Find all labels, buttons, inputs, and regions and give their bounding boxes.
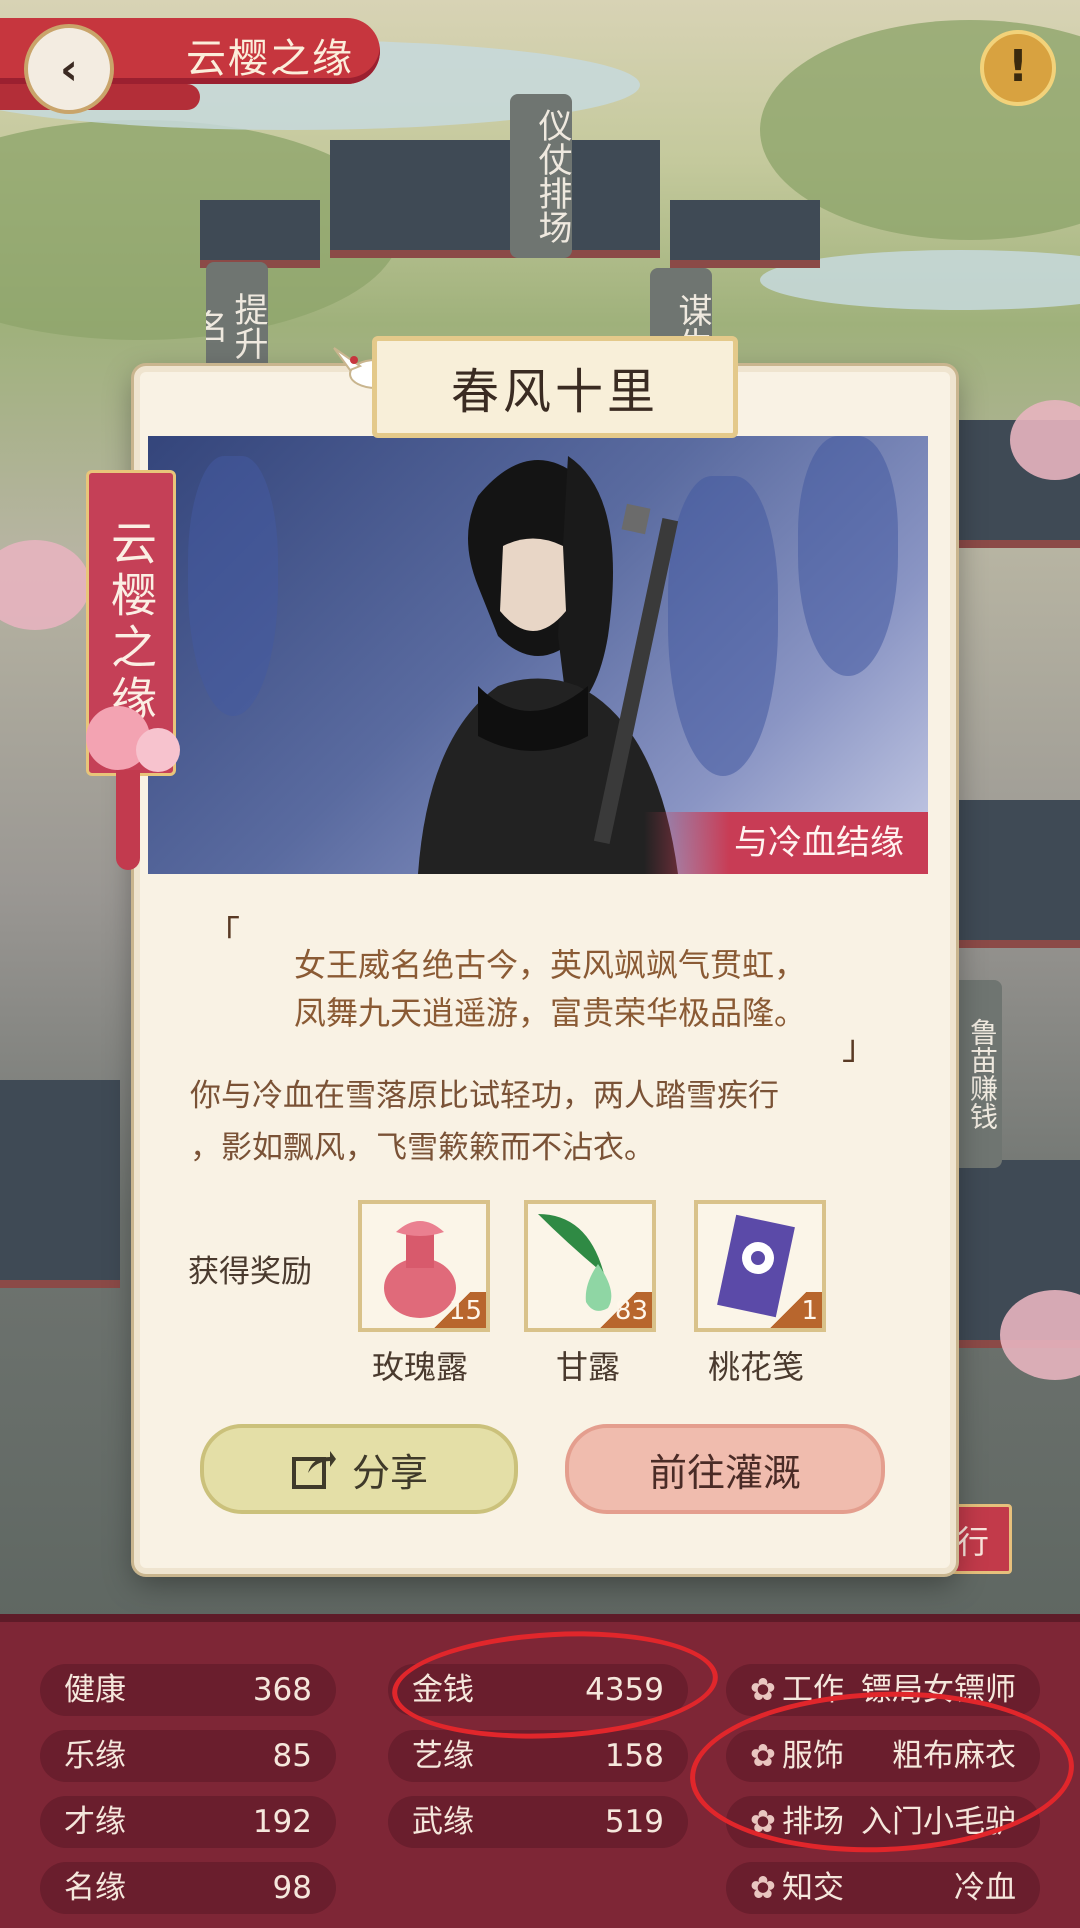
story-line: ，影如飘风，飞雪簌簌而不沾衣。	[190, 1130, 655, 1166]
map-sign-ceremony[interactable]: 仪仗排场	[510, 94, 572, 258]
stat-key: 艺缘	[412, 1738, 474, 1774]
stat-music: 乐缘 85	[40, 1730, 336, 1782]
stat-key: 乐缘	[64, 1738, 126, 1774]
stat-value: 368	[252, 1672, 312, 1708]
page-title: 云樱之缘	[186, 36, 354, 82]
share-button[interactable]: 分享	[200, 1424, 518, 1514]
stat-value: 192	[252, 1804, 312, 1840]
go-irrigate-label: 前往灌溉	[648, 1450, 801, 1495]
exclamation-icon: !	[1007, 41, 1029, 92]
palace-building	[200, 200, 320, 268]
swordsman-figure	[418, 456, 679, 874]
flower-icon: ✿	[750, 1870, 776, 1906]
stat-key: 才缘	[64, 1804, 126, 1840]
stat-value: 98	[272, 1870, 312, 1906]
stat-value: 519	[604, 1804, 664, 1840]
stat-key-text: 知交	[781, 1870, 844, 1906]
stat-key: 武缘	[412, 1804, 474, 1840]
flower-icon: ✿	[750, 1672, 776, 1708]
banner-tassel	[116, 770, 140, 870]
stats-panel: 健康 368 乐缘 85 才缘 192 名缘 98 金钱 4359 艺缘 158…	[0, 1614, 1080, 1928]
story-line: 你与冷血在雪落原比试轻功，两人踏雪疾行	[190, 1078, 779, 1114]
palace-building	[670, 200, 820, 268]
close-quote-mark: 」	[842, 1028, 876, 1068]
stat-health: 健康 368	[40, 1664, 336, 1716]
stat-talent: 才缘 192	[40, 1796, 336, 1848]
palace-building	[940, 800, 1080, 948]
reward-count: 15	[418, 1292, 486, 1328]
chevron-left-icon: ‹	[59, 43, 79, 95]
palace-building	[330, 140, 660, 258]
poem-line: 女王威名绝古今，英风飒飒气贯虹，	[293, 946, 806, 984]
blossom-tree	[0, 540, 90, 630]
stat-key: ✿ 知交	[750, 1862, 844, 1914]
reward-name: 玫瑰露	[371, 1348, 468, 1386]
character-portrait: 与冷血结缘	[148, 436, 928, 874]
reward-count: 1	[754, 1292, 822, 1328]
share-label: 分享	[351, 1450, 428, 1495]
share-icon	[291, 1451, 336, 1489]
reward-item-letter[interactable]: 1	[694, 1200, 826, 1332]
poem-line: 凤舞九天逍遥游，富贵荣华极品隆。	[293, 994, 806, 1032]
bond-tag: 与冷血结缘	[644, 812, 928, 874]
reward-item-rose-dew[interactable]: 15	[358, 1200, 490, 1332]
reward-name: 甘露	[555, 1348, 620, 1386]
stat-value: 85	[272, 1738, 312, 1774]
reward-name: 桃花笺	[707, 1348, 804, 1386]
back-button[interactable]: ‹	[24, 24, 114, 114]
sakura-decoration	[136, 728, 180, 772]
stat-value: 冷血	[954, 1870, 1016, 1906]
stat-value: 158	[604, 1738, 664, 1774]
reward-item-dew[interactable]: 83	[524, 1200, 656, 1332]
story-text: 你与冷血在雪落原比试轻功，两人踏雪疾行 ，影如飘风，飞雪簌簌而不沾衣。	[190, 1070, 900, 1174]
help-button[interactable]: !	[980, 30, 1056, 106]
wisteria-decoration	[188, 456, 278, 716]
wisteria-decoration	[798, 436, 898, 676]
annotation-circle	[389, 1623, 721, 1747]
dialog-title: 春风十里	[372, 336, 738, 438]
stat-martial: 武缘 519	[388, 1796, 688, 1848]
top-bar: ‹ 云樱之缘	[0, 10, 380, 122]
palace-building	[0, 1080, 120, 1288]
go-irrigate-button[interactable]: 前往灌溉	[565, 1424, 885, 1514]
stat-fame: 名缘 98	[40, 1862, 336, 1914]
stat-confidant[interactable]: ✿ 知交 冷血	[726, 1862, 1040, 1914]
stat-key: 健康	[64, 1672, 126, 1708]
rewards-label: 获得奖励	[188, 1254, 312, 1290]
reward-count: 83	[584, 1292, 652, 1328]
stat-key: 名缘	[64, 1870, 126, 1906]
